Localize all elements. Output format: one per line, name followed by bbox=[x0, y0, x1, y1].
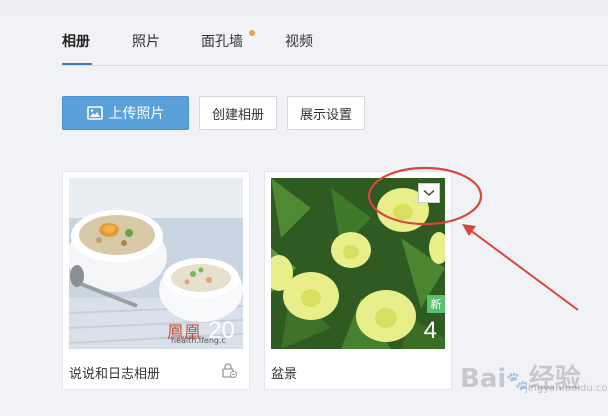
tab-albums[interactable]: 相册 bbox=[62, 31, 90, 51]
album-options-dropdown[interactable] bbox=[418, 183, 440, 203]
annotation-arrow bbox=[465, 226, 579, 311]
create-album-button[interactable]: 创建相册 bbox=[199, 96, 277, 130]
upload-photo-label: 上传照片 bbox=[108, 106, 165, 122]
new-badge: 新 bbox=[427, 295, 445, 313]
tab-face-wall[interactable]: 面孔墙 bbox=[201, 31, 243, 51]
notification-dot bbox=[249, 30, 255, 36]
active-tab-indicator bbox=[62, 63, 92, 65]
yellow-flowers-photo bbox=[271, 178, 445, 349]
display-settings-label: 展示设置 bbox=[299, 107, 352, 123]
display-settings-button[interactable]: 展示设置 bbox=[287, 96, 365, 130]
album-cover-image[interactable]: 新 4 bbox=[271, 178, 445, 349]
tab-videos[interactable]: 视频 bbox=[285, 31, 313, 51]
top-strip bbox=[0, 0, 608, 16]
lock-icon bbox=[222, 363, 237, 378]
album-card-1[interactable]: 鳳凰 health.ifeng.c 20 说说和日志相册 bbox=[62, 171, 250, 390]
tab-divider bbox=[62, 65, 608, 66]
upload-photo-button[interactable]: 上传照片 bbox=[62, 96, 189, 130]
photo-count: 4 bbox=[423, 317, 437, 344]
baidu-watermark-url: jingyan.baidu.com bbox=[525, 383, 608, 394]
image-upload-icon bbox=[86, 106, 103, 120]
album-title[interactable]: 说说和日志相册 bbox=[69, 363, 160, 382]
photo-count: 20 bbox=[208, 317, 235, 344]
album-title[interactable]: 盆景 bbox=[271, 363, 297, 382]
album-card-2[interactable]: 新 4 盆景 bbox=[264, 171, 452, 390]
tab-photos[interactable]: 照片 bbox=[132, 31, 160, 51]
album-cover-image[interactable]: 鳳凰 health.ifeng.c 20 bbox=[69, 178, 243, 349]
create-album-label: 创建相册 bbox=[211, 107, 264, 123]
chevron-down-icon bbox=[423, 189, 435, 197]
arrow-head-icon bbox=[462, 224, 476, 236]
